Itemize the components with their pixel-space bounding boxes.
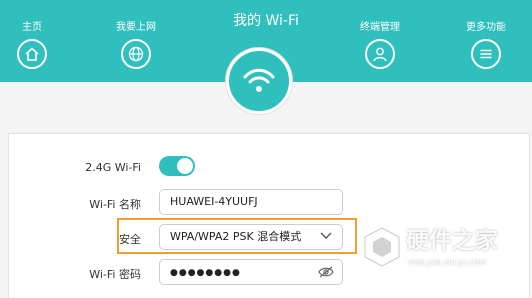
menu-icon bbox=[471, 39, 501, 69]
home-icon bbox=[17, 39, 47, 69]
globe-icon bbox=[121, 39, 151, 69]
security-value: WPA/WPA2 PSK 混合模式 bbox=[170, 230, 302, 243]
wifi-24g-label: 2.4G Wi-Fi bbox=[85, 161, 141, 174]
wifi-badge[interactable] bbox=[226, 48, 292, 114]
toggle-knob bbox=[177, 158, 193, 174]
wifi-name-input[interactable]: HUAWEI-4YUUFJ bbox=[159, 189, 343, 215]
chevron-down-icon bbox=[320, 232, 332, 239]
wifi-name-label: Wi-Fi 名称 bbox=[89, 198, 141, 211]
user-icon bbox=[365, 39, 395, 69]
wifi-name-value: HUAWEI-4YUUFJ bbox=[170, 195, 258, 208]
security-label: 安全 bbox=[119, 233, 141, 246]
watermark-text: 硬件之家 bbox=[406, 228, 498, 254]
nav-label-home: 主页 bbox=[22, 22, 42, 33]
nav-item-home[interactable]: 主页 bbox=[2, 22, 62, 69]
wifi-password-label: Wi-Fi 密码 bbox=[89, 268, 141, 281]
watermark: 硬件之家 YING JIAN ZHI JIA.COM bbox=[362, 224, 527, 274]
nav-label-devices: 终端管理 bbox=[360, 22, 400, 33]
watermark-subtext: YING JIAN ZHI JIA.COM bbox=[408, 259, 486, 267]
nav-item-devices[interactable]: 终端管理 bbox=[350, 22, 410, 69]
nav-item-internet[interactable]: 我要上网 bbox=[106, 22, 166, 69]
watermark-logo-icon bbox=[364, 227, 400, 267]
page-title: 我的 Wi-Fi bbox=[233, 13, 299, 29]
nav-item-more[interactable]: 更多功能 bbox=[456, 22, 516, 69]
security-select[interactable]: WPA/WPA2 PSK 混合模式 bbox=[159, 224, 343, 250]
nav-label-more: 更多功能 bbox=[466, 22, 506, 33]
nav-label-internet: 我要上网 bbox=[116, 22, 156, 33]
wifi-icon bbox=[243, 68, 275, 92]
wifi-24g-toggle[interactable] bbox=[159, 156, 195, 176]
eye-icon[interactable] bbox=[318, 266, 334, 278]
wifi-password-value: ●●●●●●●● bbox=[170, 268, 241, 278]
wifi-password-input[interactable]: ●●●●●●●● bbox=[159, 259, 343, 285]
